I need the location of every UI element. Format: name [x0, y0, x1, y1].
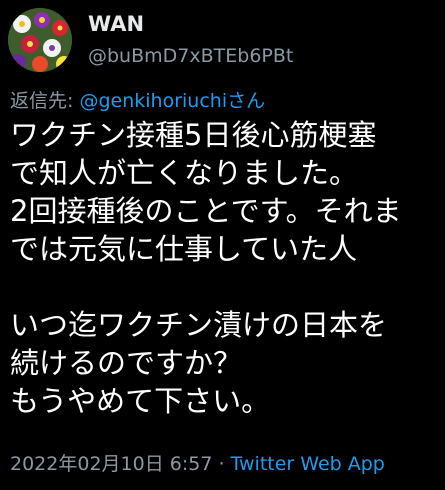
- tweet-line: もうやめて下さい。: [10, 384, 271, 418]
- tweet-source-link[interactable]: Twitter Web App: [231, 453, 385, 475]
- display-name[interactable]: WAN: [88, 12, 144, 36]
- user-handle[interactable]: @buBmD7xBTEb6PBt: [88, 45, 293, 67]
- tweet-line: では元気に仕事していた人: [10, 232, 358, 266]
- tweet-timestamp[interactable]: 2022年02月10日 6:57: [10, 453, 212, 475]
- avatar-flowers-image: [8, 8, 72, 72]
- tweet-header: WAN @buBmD7xBTEb6PBt: [8, 8, 437, 74]
- tweet-line: いつ迄ワクチン漬けの日本を: [10, 308, 388, 342]
- tweet-line: 続けるのですか？: [10, 346, 243, 380]
- tweet-meta: 2022年02月10日 6:57 · Twitter Web App: [10, 449, 440, 476]
- tweet-line: 2回接種後のことです。それま: [10, 194, 402, 228]
- reply-prefix: 返信先:: [10, 90, 80, 112]
- tweet-text: ワクチン接種5日後心筋梗塞 で知人が亡くなりました。 2回接種後のことです。それ…: [10, 116, 440, 420]
- meta-separator: ·: [212, 453, 231, 475]
- avatar[interactable]: [8, 8, 72, 72]
- reply-mention-link[interactable]: @genkihoriuchi: [79, 90, 227, 112]
- tweet-line: ワクチン接種5日後心筋梗塞: [10, 118, 377, 152]
- reply-suffix: さん: [227, 90, 266, 112]
- reply-to-line: 返信先: @genkihoriuchiさん: [10, 86, 435, 113]
- tweet-line: で知人が亡くなりました。: [10, 156, 359, 190]
